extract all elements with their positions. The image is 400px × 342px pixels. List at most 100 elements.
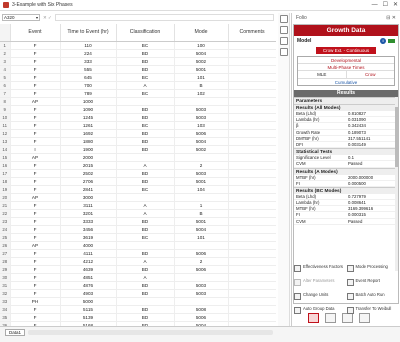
table-cell[interactable]: 110 — [60, 41, 117, 50]
table-cell[interactable]: 1090 — [60, 105, 117, 114]
table-cell[interactable] — [228, 81, 276, 90]
row-number[interactable]: 14 — [0, 145, 11, 154]
table-cell[interactable]: 5003 — [174, 289, 229, 298]
table-cell[interactable]: 4851 — [60, 273, 117, 282]
row-number[interactable]: 19 — [0, 185, 11, 194]
table-cell[interactable] — [228, 145, 276, 154]
table-cell[interactable]: 5139 — [60, 313, 117, 322]
table-cell[interactable] — [174, 97, 229, 106]
row-number[interactable]: 7 — [0, 89, 11, 98]
crow-option[interactable]: Crow — [347, 71, 395, 78]
table-cell[interactable]: 700 — [60, 81, 117, 90]
table-cell[interactable] — [228, 193, 276, 202]
column-header[interactable]: Time to Event (hr) — [60, 24, 117, 42]
table-cell[interactable]: 333 — [60, 57, 117, 66]
info-icon[interactable]: i — [380, 38, 386, 44]
table-cell[interactable]: 104 — [174, 185, 229, 194]
horizontal-scrollbar[interactable] — [28, 330, 273, 335]
table-cell[interactable]: 5001 — [174, 217, 229, 226]
table-cell[interactable] — [228, 257, 276, 266]
table-cell[interactable]: F — [10, 137, 61, 146]
table-cell[interactable] — [228, 233, 276, 242]
row-number[interactable]: 18 — [0, 177, 11, 186]
table-cell[interactable]: BD — [116, 217, 175, 226]
table-cell[interactable]: F — [10, 57, 61, 66]
table-cell[interactable]: F — [10, 113, 61, 122]
table-cell[interactable]: 5003 — [174, 281, 229, 290]
table-cell[interactable]: 1880 — [60, 137, 117, 146]
table-cell[interactable]: BD — [116, 145, 175, 154]
table-cell[interactable]: 3201 — [60, 209, 117, 218]
table-cell[interactable] — [228, 297, 276, 306]
row-number[interactable]: 27 — [0, 249, 11, 258]
row-number[interactable]: 32 — [0, 289, 11, 298]
table-cell[interactable]: F — [10, 41, 61, 50]
table-cell[interactable]: F — [10, 81, 61, 90]
row-number[interactable]: 21 — [0, 201, 11, 210]
table-cell[interactable] — [228, 313, 276, 322]
table-cell[interactable]: BD — [116, 281, 175, 290]
table-cell[interactable]: BD — [116, 65, 175, 74]
table-cell[interactable]: BD — [116, 177, 175, 186]
table-cell[interactable] — [228, 153, 276, 162]
table-cell[interactable]: BD — [116, 265, 175, 274]
table-cell[interactable]: F — [10, 313, 61, 322]
table-cell[interactable]: BD — [116, 113, 175, 122]
table-cell[interactable]: BC — [116, 89, 175, 98]
table-cell[interactable]: 4212 — [60, 257, 117, 266]
table-cell[interactable]: AP — [10, 97, 61, 106]
table-cell[interactable] — [228, 89, 276, 98]
report-icon[interactable] — [279, 26, 288, 34]
row-number[interactable]: 5 — [0, 73, 11, 82]
table-cell[interactable]: B — [174, 209, 229, 218]
table-cell[interactable]: 5001 — [174, 65, 229, 74]
table-cell[interactable]: 2015 — [60, 161, 117, 170]
table-cell[interactable]: 5002 — [174, 57, 229, 66]
column-header[interactable]: Mode — [174, 24, 229, 42]
table-cell[interactable]: I — [10, 145, 61, 154]
table-cell[interactable]: 4903 — [60, 289, 117, 298]
table-cell[interactable]: 1692 — [60, 129, 117, 138]
table-cell[interactable] — [228, 113, 276, 122]
formula-input[interactable] — [54, 14, 274, 21]
minimize-button[interactable]: — — [372, 2, 378, 8]
row-number[interactable]: 4 — [0, 65, 11, 74]
table-cell[interactable]: BD — [116, 305, 175, 314]
formula-confirm-icons[interactable]: ✕ ✓ — [43, 15, 52, 21]
row-number[interactable]: 3 — [0, 57, 11, 66]
table-cell[interactable]: 3111 — [60, 201, 117, 210]
column-header[interactable]: Event — [10, 24, 61, 42]
table-cell[interactable] — [174, 153, 229, 162]
table-cell[interactable]: 101 — [174, 73, 229, 82]
row-number[interactable]: 10 — [0, 113, 11, 122]
column-header[interactable]: Classification — [116, 24, 175, 42]
table-cell[interactable] — [228, 121, 276, 130]
table-cell[interactable]: F — [10, 65, 61, 74]
table-cell[interactable]: 5000 — [60, 297, 117, 306]
row-number[interactable]: 8 — [0, 97, 11, 106]
action-button[interactable]: Change Units — [294, 292, 345, 306]
table-cell[interactable] — [174, 297, 229, 306]
table-cell[interactable]: A — [116, 257, 175, 266]
table-cell[interactable]: F — [10, 177, 61, 186]
table-cell[interactable] — [228, 97, 276, 106]
table-cell[interactable]: F — [10, 89, 61, 98]
table-cell[interactable]: 5003 — [174, 105, 229, 114]
row-number[interactable]: 29 — [0, 265, 11, 274]
table-cell[interactable]: BD — [116, 313, 175, 322]
table-cell[interactable]: AP — [10, 153, 61, 162]
table-cell[interactable]: 1000 — [60, 97, 117, 106]
table-cell[interactable] — [228, 169, 276, 178]
table-cell[interactable]: F — [10, 257, 61, 266]
table-cell[interactable]: F — [10, 273, 61, 282]
row-number[interactable]: 16 — [0, 161, 11, 170]
table-cell[interactable]: BD — [116, 289, 175, 298]
table-cell[interactable]: 5006 — [174, 265, 229, 274]
column-header[interactable]: Comments — [228, 24, 276, 42]
table-cell[interactable]: BD — [116, 225, 175, 234]
table-cell[interactable] — [228, 185, 276, 194]
table-cell[interactable] — [116, 241, 175, 250]
table-cell[interactable]: BD — [116, 129, 175, 138]
table-cell[interactable] — [228, 73, 276, 82]
table-cell[interactable]: 5115 — [60, 305, 117, 314]
